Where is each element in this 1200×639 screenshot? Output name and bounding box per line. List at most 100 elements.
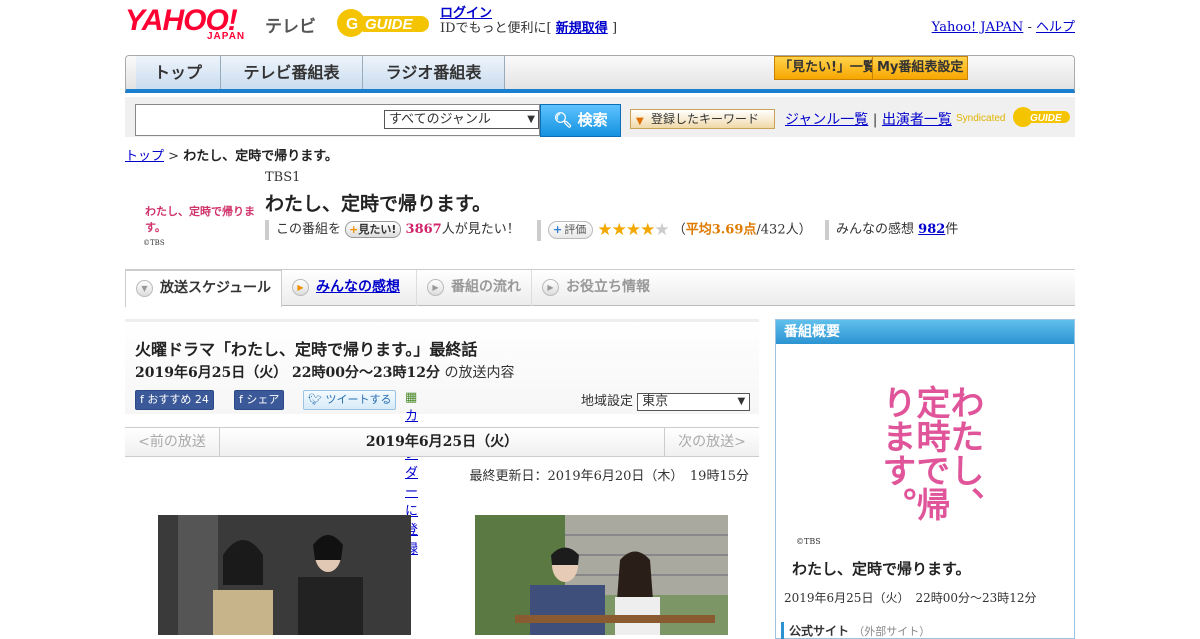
facebook-share-button[interactable]: f シェア	[234, 390, 285, 410]
rating-stat: + 評価 ★★★★★ （平均3.69点/432人）	[537, 220, 812, 241]
tab-info-label: お役立ち情報	[566, 279, 650, 295]
episode-date-suffix: の放送内容	[444, 365, 515, 381]
top-separator: -	[1027, 20, 1032, 35]
program-thumbnail-copyright: ©TBS	[143, 239, 165, 247]
genre-list-link[interactable]: ジャンル一覧	[785, 112, 868, 128]
mitai-count: 3867	[405, 222, 442, 237]
sidebar-broadcast-time: 2019年6月25日（火） 22時00分～23時12分	[784, 591, 1037, 605]
region-setting: 地域設定 東京 ▼	[581, 390, 751, 411]
breadcrumb-separator: >	[164, 149, 184, 164]
tweet-button[interactable]: 🐦︎ ツイートする	[303, 390, 397, 410]
search-bar: すべてのジャンル ▼ 🔍︎ 検索 ▼ 登録したキーワード ジャンル一覧 | 出演…	[125, 97, 1075, 137]
region-select[interactable]: 東京 ▼	[637, 392, 751, 411]
prev-broadcast-button[interactable]: <前の放送	[125, 428, 220, 456]
service-name: テレビ	[265, 17, 316, 37]
last-updated: 最終更新日：2019年6月20日（木） 19時15分	[469, 469, 749, 484]
rating-open: （	[672, 222, 686, 238]
region-label: 地域設定	[581, 394, 634, 409]
program-title: わたし、定時で帰ります。	[265, 193, 492, 215]
triangle-right-icon: ▶	[427, 279, 444, 296]
tab-flow[interactable]: ▶ 番組の流れ	[417, 270, 532, 306]
calendar-icon: ▦	[405, 390, 418, 405]
chevron-down-icon: ▼	[737, 395, 746, 407]
svg-text:G: G	[346, 16, 358, 33]
svg-text:Syndicated: Syndicated	[956, 113, 1005, 124]
sidebar-program-title: わたし、定時で帰ります。	[792, 560, 971, 578]
photo-scene-1	[158, 515, 411, 635]
facebook-recommend-button[interactable]: f おすすめ 24	[135, 390, 214, 410]
signup-link[interactable]: 新規取得	[556, 21, 608, 36]
program-poster: わたし、定時で帰ります。 ©TBS	[796, 385, 984, 546]
episode-datetime: 2019年6月25日（火） 22時00分～23時12分	[135, 365, 440, 381]
nav-tab-top[interactable]: トップ	[136, 56, 221, 89]
official-site-label: 公式サイト	[789, 624, 850, 638]
twitter-bird-icon: 🐦︎	[308, 393, 322, 406]
impressions-suffix: 件	[945, 222, 959, 237]
episode-header: 火曜ドラマ「わたし、定時で帰ります。」最終話 2019年6月25日（火） 22時…	[125, 319, 759, 557]
login-close: ]	[611, 21, 618, 36]
rating-stars: ★★★★★	[597, 220, 669, 240]
tab-impressions[interactable]: ▶ みんなの感想	[282, 270, 417, 306]
tweet-label: ツイートする	[325, 393, 392, 406]
pager-current-date: 2019年6月25日（火）	[365, 434, 519, 450]
program-summary-heading: 番組概要	[776, 320, 1074, 344]
search-icon: 🔍︎	[553, 111, 573, 129]
search-button[interactable]: 🔍︎ 検索	[540, 104, 621, 137]
official-site-heading: 公式サイト （外部サイト）	[781, 622, 930, 639]
impressions-count-link[interactable]: 982	[918, 222, 945, 237]
photo-scene-2	[475, 515, 728, 635]
poster-copyright: ©TBS	[796, 537, 821, 546]
genre-select-value: すべてのジャンル	[389, 112, 491, 127]
broadcast-pager: <前の放送 2019年6月25日（火） 次の放送>	[125, 427, 759, 457]
yahoo-tv-logo[interactable]: YAHOO! JAPAN テレビ	[125, 6, 320, 43]
nav-tab-radio-schedule[interactable]: ラジオ番組表	[363, 56, 505, 89]
keyword-button-label: 登録したキーワード	[651, 112, 760, 126]
tab-info[interactable]: ▶ お役立ち情報	[532, 270, 667, 306]
tab-schedule[interactable]: ▼ 放送スケジュール	[125, 270, 282, 307]
breadcrumb-top-link[interactable]: トップ	[125, 149, 164, 164]
login-link[interactable]: ログイン	[440, 6, 492, 21]
svg-text:GUIDE: GUIDE	[365, 16, 414, 33]
episode-date: 2019年6月25日（火） 22時00分～23時12分 の放送内容	[135, 362, 514, 382]
triangle-down-icon: ▼	[636, 116, 644, 127]
genre-select[interactable]: すべてのジャンル ▼	[384, 110, 539, 129]
triangle-right-icon: ▶	[292, 279, 309, 296]
login-text: IDでもっと便利に[	[440, 21, 552, 36]
next-broadcast-button[interactable]: 次の放送>	[664, 428, 759, 456]
search-button-label: 検索	[577, 111, 608, 129]
mitai-button-label: 見たい!	[358, 223, 397, 236]
facebook-icon: f	[239, 393, 243, 406]
syndicated-gguide-logo: Syndicated GUIDE	[956, 107, 1070, 127]
episode-photo-2	[475, 515, 728, 635]
program-tabs: ▼ 放送スケジュール ▶ みんなの感想 ▶ 番組の流れ ▶ お役立ち情報	[125, 269, 1075, 307]
impressions-prefix: みんなの感想	[836, 222, 915, 237]
svg-text:GUIDE: GUIDE	[1030, 113, 1062, 124]
chevron-down-icon: ▼	[527, 114, 535, 125]
mitai-stat: この番組を +見たい! 3867人が見たい！	[265, 220, 520, 240]
plus-icon: +	[553, 223, 563, 236]
mitai-suffix: 人が見たい！	[441, 222, 520, 237]
cast-list-link[interactable]: 出演者一覧	[882, 112, 952, 128]
mitai-list-button[interactable]: 「見たい!」一覧	[774, 56, 881, 80]
breadcrumb: トップ > わたし、定時で帰ります。	[125, 145, 338, 164]
main-nav: トップ テレビ番組表 ラジオ番組表 「見たい!」一覧 My番組表設定	[125, 55, 1075, 93]
mitai-button[interactable]: +見たい!	[345, 221, 402, 238]
channel-name: TBS1	[265, 170, 301, 185]
yahoo-japan-link[interactable]: Yahoo! JAPAN	[932, 20, 1024, 35]
facebook-recommend-label: おすすめ 24	[147, 393, 209, 406]
japan-logo-text: JAPAN	[207, 31, 246, 42]
episode-title: 火曜ドラマ「わたし、定時で帰ります。」最終話	[135, 340, 478, 359]
login-box: ログイン IDでもっと便利に[ 新規取得 ]	[440, 6, 617, 36]
help-link[interactable]: ヘルプ	[1036, 20, 1075, 35]
rating-average: 平均3.69点	[685, 222, 757, 238]
keyword-button[interactable]: ▼ 登録したキーワード	[630, 109, 775, 129]
my-schedule-button[interactable]: My番組表設定	[872, 56, 969, 80]
plus-icon: +	[349, 223, 359, 236]
nav-tab-tv-schedule[interactable]: テレビ番組表	[221, 56, 363, 89]
facebook-icon: f	[140, 393, 144, 406]
rate-button[interactable]: + 評価	[548, 221, 594, 239]
episode-photo-1	[158, 515, 411, 635]
official-site-note: （外部サイト）	[853, 625, 931, 638]
top-right-links: Yahoo! JAPAN - ヘルプ	[932, 16, 1075, 35]
impressions-stat: みんなの感想 982件	[825, 220, 958, 240]
